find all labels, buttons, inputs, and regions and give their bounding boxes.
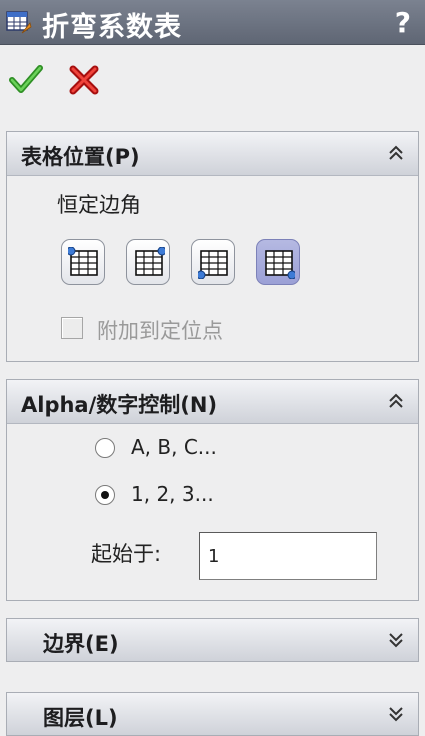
- numeric-option-label: 1, 2, 3...: [131, 482, 214, 506]
- table-position-header[interactable]: 表格位置(P): [7, 132, 418, 176]
- bend-table-icon: [6, 11, 32, 34]
- help-button[interactable]: ?: [395, 6, 411, 39]
- attach-anchor-checkbox[interactable]: [61, 317, 83, 339]
- table-position-group: 表格位置(P) 恒定边角 附加到定位点: [6, 131, 419, 362]
- table-top-right-icon: [135, 247, 165, 276]
- start-at-label: 起始于:: [91, 542, 162, 566]
- corner-bottom-left-button[interactable]: [191, 239, 235, 285]
- radio-selected-dot: [101, 491, 109, 499]
- expand-chevron-icon[interactable]: [386, 630, 406, 650]
- collapse-chevron-icon[interactable]: [386, 143, 406, 163]
- layer-title: 图层(L): [43, 706, 118, 730]
- layer-header[interactable]: 图层(L): [7, 693, 418, 735]
- window-title: 折弯系数表: [42, 12, 182, 43]
- layer-group: 图层(L): [6, 692, 419, 736]
- numeric-radio[interactable]: [95, 485, 115, 505]
- collapse-chevron-icon[interactable]: [386, 391, 406, 411]
- corner-bottom-right-button[interactable]: [256, 239, 300, 285]
- corner-top-left-button[interactable]: [61, 239, 105, 285]
- table-position-title: 表格位置(P): [21, 145, 140, 169]
- alpha-numeric-header[interactable]: Alpha/数字控制(N): [7, 380, 418, 424]
- alpha-radio[interactable]: [95, 438, 115, 458]
- border-header[interactable]: 边界(E): [7, 619, 418, 661]
- corner-top-right-button[interactable]: [126, 239, 170, 285]
- table-top-left-icon: [68, 247, 98, 276]
- border-group: 边界(E): [6, 618, 419, 662]
- table-bottom-left-icon: [198, 250, 228, 279]
- alpha-numeric-group: Alpha/数字控制(N) A, B, C... 1, 2, 3... 起始于:: [6, 379, 419, 601]
- alpha-numeric-title: Alpha/数字控制(N): [21, 393, 218, 417]
- title-bar: 折弯系数表 ?: [0, 0, 425, 45]
- cancel-x-icon[interactable]: [66, 62, 102, 98]
- alpha-option-label: A, B, C...: [131, 435, 217, 459]
- ok-checkmark-icon[interactable]: [8, 62, 44, 98]
- expand-chevron-icon[interactable]: [386, 704, 406, 724]
- table-bottom-right-icon: [265, 250, 295, 279]
- start-at-input[interactable]: [199, 532, 377, 580]
- anchor-corner-label: 恒定边角: [57, 193, 141, 217]
- attach-anchor-label: 附加到定位点: [97, 319, 223, 343]
- border-title: 边界(E): [43, 632, 119, 656]
